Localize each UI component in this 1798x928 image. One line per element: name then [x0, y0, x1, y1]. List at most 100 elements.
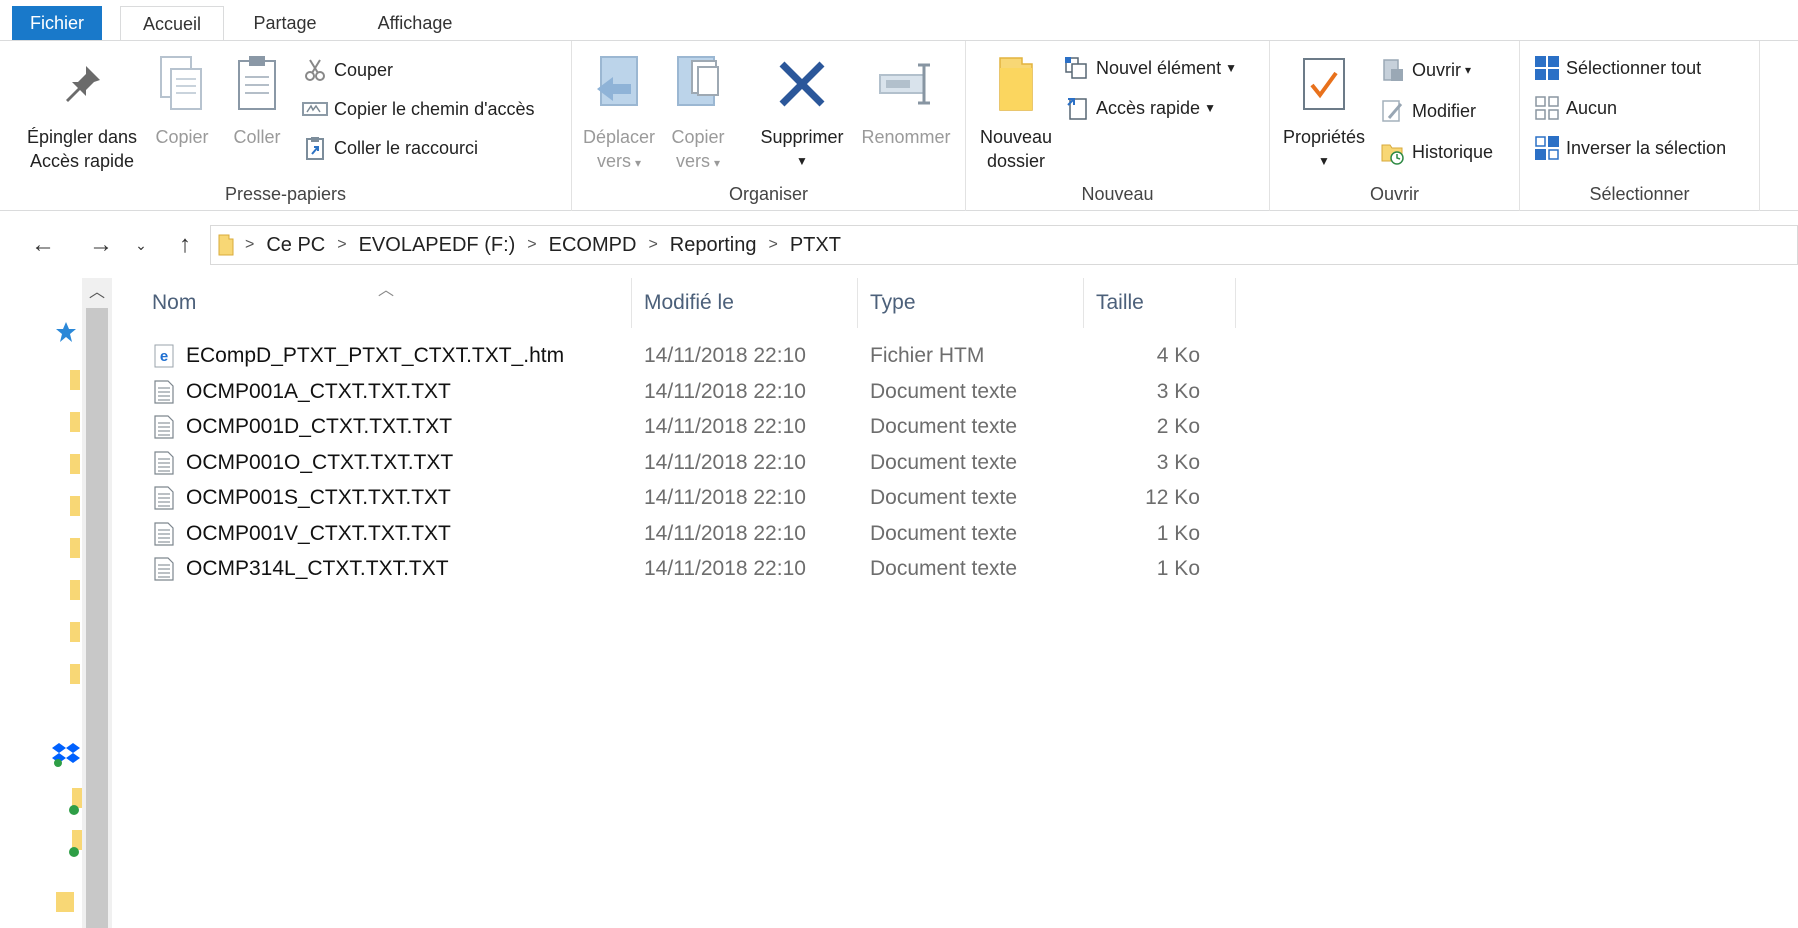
file-name: OCMP001V_CTXT.TXT.TXT [186, 521, 451, 545]
file-row[interactable]: OCMP001V_CTXT.TXT.TXT 14/11/2018 22:10 Doc… [140, 514, 1240, 554]
select-none-icon [1534, 95, 1560, 121]
address-bar[interactable]: > Ce PC > EVOLAPEDF (F:) > ECOMPD > Repo… [210, 225, 1798, 265]
breadcrumb-ptxt[interactable]: PTXT [790, 234, 841, 257]
dropbox-icon[interactable] [52, 740, 80, 773]
copy-button[interactable]: Copier [148, 49, 216, 149]
folder-icon[interactable] [70, 452, 80, 481]
file-name-cell[interactable]: OCMP001O_CTXT.TXT.TXT [152, 443, 642, 483]
scissors-icon [302, 57, 328, 83]
folder-icon[interactable] [70, 536, 80, 565]
file-modified: 14/11/2018 22:10 [644, 521, 806, 545]
forward-arrow-icon[interactable]: → [84, 227, 118, 263]
delete-dropdown-caret[interactable]: ▼ [752, 149, 852, 173]
select-all-button[interactable]: Sélectionner tout [1534, 53, 1701, 83]
column-header-type[interactable]: Type [858, 278, 1084, 328]
folder-icon[interactable] [70, 494, 80, 523]
file-modified: 14/11/2018 22:10 [644, 344, 806, 367]
recent-locations-chevron-icon[interactable]: ⌄ [130, 227, 152, 263]
folder-icon[interactable] [70, 578, 80, 607]
file-modified: 14/11/2018 22:10 [644, 557, 806, 580]
file-modified: 14/11/2018 22:10 [644, 415, 806, 438]
file-row[interactable]: OCMP001A_CTXT.TXT.TXT 14/11/2018 22:10 Doc… [140, 372, 1240, 412]
open-label: Ouvrir [1412, 60, 1461, 80]
new-group: Nouveau dossier Nouvel élément ▼ Accès r… [966, 41, 1270, 211]
file-name-cell[interactable]: e ECompD_PTXT_PTXT_CTXT.TXT_.htm [152, 336, 642, 376]
paste-button[interactable]: Coller [222, 49, 292, 149]
history-button[interactable]: Historique [1380, 137, 1493, 167]
file-size: 1 Ko [1156, 521, 1200, 545]
back-arrow-icon[interactable]: ← [26, 227, 60, 263]
synced-folder-icon[interactable] [68, 786, 82, 821]
breadcrumb-separator-icon: > [245, 236, 255, 253]
navigation-scrollbar[interactable]: ︿ [82, 278, 112, 928]
file-name-cell[interactable]: OCMP001A_CTXT.TXT.TXT [152, 372, 642, 412]
file-name: OCMP001S_CTXT.TXT.TXT [186, 486, 451, 509]
file-name-cell[interactable]: OCMP001S_CTXT.TXT.TXT [152, 478, 642, 518]
copy-to-button[interactable]: Copier vers ▾ [664, 49, 732, 175]
column-header-modified[interactable]: Modifié le [632, 278, 858, 328]
tab-share[interactable]: Partage [250, 6, 320, 40]
file-row[interactable]: e ECompD_PTXT_PTXT_CTXT.TXT_.htm 14/11/201… [140, 336, 1240, 376]
paste-shortcut-label: Coller le raccourci [334, 138, 479, 158]
pin-icon [52, 49, 112, 119]
edit-button[interactable]: Modifier [1380, 96, 1476, 126]
quick-access-star-icon[interactable] [54, 320, 78, 349]
organize-group-label: Organiser [728, 184, 809, 204]
breadcrumb-separator-icon[interactable]: > [769, 236, 778, 254]
copy-path-button[interactable]: Copier le chemin d'accès [302, 94, 535, 124]
rename-button[interactable]: Renommer [854, 49, 958, 149]
new-item-button[interactable]: Nouvel élément ▼ [1064, 53, 1237, 83]
column-header-name[interactable]: ︿ Nom [140, 278, 632, 328]
navigation-pane: ︿ [0, 278, 112, 928]
file-name-cell[interactable]: OCMP001V_CTXT.TXT.TXT [152, 514, 642, 554]
breadcrumb-separator-icon[interactable]: > [527, 236, 536, 254]
folder-icon[interactable] [56, 890, 74, 919]
invert-selection-button[interactable]: Inverser la sélection [1534, 133, 1726, 163]
scrollbar-thumb[interactable] [86, 308, 108, 928]
quick-access-caret: ▼ [1204, 101, 1216, 115]
column-header-size[interactable]: Taille [1084, 278, 1236, 328]
file-name-cell[interactable]: OCMP314L_CTXT.TXT.TXT [152, 549, 642, 589]
breadcrumb-ecompd[interactable]: ECOMPD [549, 234, 637, 257]
new-folder-button[interactable]: Nouveau dossier [972, 49, 1060, 173]
properties-dropdown-caret[interactable]: ▼ [1276, 149, 1372, 173]
delete-x-icon [772, 49, 832, 119]
scroll-up-arrow-icon[interactable]: ︿ [82, 278, 112, 308]
text-file-icon [152, 555, 176, 583]
folder-icon[interactable] [70, 662, 80, 691]
invert-selection-label: Inverser la sélection [1566, 138, 1727, 158]
synced-folder-icon[interactable] [68, 828, 82, 863]
breadcrumb-this-pc[interactable]: Ce PC [266, 234, 325, 257]
pin-quick-access-button[interactable]: Épingler dans Accès rapide [18, 49, 146, 173]
quick-access-button[interactable]: Accès rapide ▼ [1064, 93, 1216, 123]
folder-icon[interactable] [70, 620, 80, 649]
breadcrumb-reporting[interactable]: Reporting [670, 234, 757, 257]
tab-view[interactable]: Affichage [370, 6, 460, 40]
breadcrumb-separator-icon[interactable]: > [337, 236, 346, 254]
paste-shortcut-button[interactable]: Coller le raccourci [302, 133, 478, 163]
file-row[interactable]: OCMP001S_CTXT.TXT.TXT 14/11/2018 22:10 Doc… [140, 478, 1240, 518]
select-none-button[interactable]: Aucun [1534, 93, 1617, 123]
file-row[interactable]: OCMP001D_CTXT.TXT.TXT 14/11/2018 22:10 Doc… [140, 407, 1240, 447]
text-file-icon [152, 449, 176, 477]
properties-check-icon [1294, 49, 1354, 119]
tab-file[interactable]: Fichier [12, 6, 102, 40]
breadcrumb-separator-icon[interactable]: > [648, 236, 657, 254]
open-button[interactable]: Ouvrir ▾ [1380, 55, 1471, 85]
folder-icon[interactable] [70, 368, 80, 397]
open-group: Propriétés ▼ Ouvrir ▾ Modifier Historiqu… [1270, 41, 1520, 211]
file-row[interactable]: OCMP001O_CTXT.TXT.TXT 14/11/2018 22:10 Doc… [140, 443, 1240, 483]
select-all-label: Sélectionner tout [1566, 58, 1702, 78]
delete-button[interactable]: Supprimer ▼ [752, 49, 852, 173]
properties-button[interactable]: Propriétés ▼ [1276, 49, 1372, 173]
cut-button[interactable]: Couper [302, 55, 393, 85]
file-name-cell[interactable]: OCMP001D_CTXT.TXT.TXT [152, 407, 642, 447]
up-arrow-icon[interactable]: ↑ [168, 227, 202, 263]
file-type: Document texte [870, 379, 1018, 403]
move-to-button[interactable]: Déplacer vers ▾ [578, 49, 660, 175]
move-to-label-2: vers ▾ [596, 151, 642, 171]
tab-home[interactable]: Accueil [120, 6, 224, 41]
folder-icon[interactable] [70, 410, 80, 439]
file-row[interactable]: OCMP314L_CTXT.TXT.TXT 14/11/2018 22:10 Doc… [140, 549, 1240, 589]
breadcrumb-drive[interactable]: EVOLAPEDF (F:) [359, 234, 516, 257]
